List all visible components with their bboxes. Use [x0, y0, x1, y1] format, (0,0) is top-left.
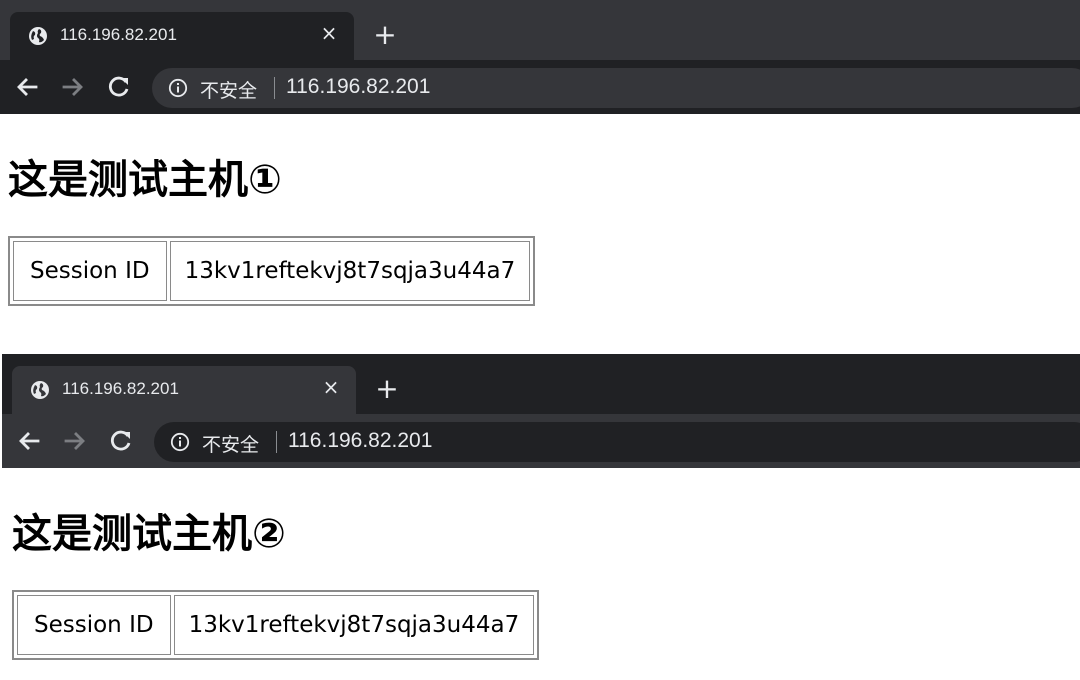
address-bar[interactable]: 不安全 116.196.82.201: [154, 422, 1080, 462]
session-id-label: Session ID: [13, 241, 167, 301]
tab-active[interactable]: 116.196.82.201 ×: [12, 366, 356, 414]
session-id-label: Session ID: [17, 595, 171, 655]
tab-title: 116.196.82.201: [60, 25, 177, 44]
tab-close-button[interactable]: ×: [318, 22, 340, 44]
page-content: 这是测试主机① Session ID 13kv1reftekvj8t7sqja3…: [8, 114, 1068, 340]
browser-chrome: 116.196.82.201 × + 不安全 116.196.82.201: [2, 354, 1080, 468]
session-table: Session ID 13kv1reftekvj8t7sqja3u44a7: [12, 590, 540, 660]
new-tab-button[interactable]: +: [374, 375, 400, 403]
tab-title: 116.196.82.201: [62, 379, 179, 398]
tab-close-button[interactable]: ×: [320, 376, 342, 398]
url-text[interactable]: 116.196.82.201: [286, 75, 430, 99]
table-row: Session ID 13kv1reftekvj8t7sqja3u44a7: [17, 595, 535, 655]
info-icon[interactable]: [168, 78, 188, 98]
globe-icon: [31, 381, 49, 399]
page-title: 这是测试主机②: [12, 511, 286, 557]
arrow-left-icon[interactable]: [14, 426, 44, 456]
session-id-value: 13kv1reftekvj8t7sqja3u44a7: [169, 241, 531, 301]
toolbar: 不安全 116.196.82.201: [2, 414, 1080, 468]
tab-strip: 116.196.82.201 × +: [0, 0, 1080, 60]
browser-screenshot-2: 116.196.82.201 × + 不安全 116.196.82.201 这是…: [0, 340, 1080, 680]
address-bar[interactable]: 不安全 116.196.82.201: [152, 68, 1080, 108]
browser-screenshot-1: 116.196.82.201 × + 不安全 116.196.82.201 这是…: [0, 0, 1080, 340]
address-separator: [274, 77, 275, 99]
session-table: Session ID 13kv1reftekvj8t7sqja3u44a7: [8, 236, 536, 306]
tab-active[interactable]: 116.196.82.201 ×: [10, 12, 354, 60]
reload-icon[interactable]: [106, 426, 136, 456]
arrow-right-icon[interactable]: [58, 72, 88, 102]
page-title: 这是测试主机①: [8, 157, 282, 203]
tab-strip: 116.196.82.201 × +: [2, 354, 1080, 414]
page-content: 这是测试主机② Session ID 13kv1reftekvj8t7sqja3…: [12, 468, 1072, 680]
security-status[interactable]: 不安全: [200, 76, 257, 103]
globe-icon: [29, 27, 47, 45]
arrow-right-icon[interactable]: [60, 426, 90, 456]
browser-chrome: 116.196.82.201 × + 不安全 116.196.82.201: [0, 0, 1080, 114]
toolbar: 不安全 116.196.82.201: [0, 60, 1080, 114]
address-separator: [276, 431, 277, 453]
new-tab-button[interactable]: +: [372, 21, 398, 49]
info-icon[interactable]: [170, 432, 190, 452]
security-status[interactable]: 不安全: [202, 430, 259, 457]
table-row: Session ID 13kv1reftekvj8t7sqja3u44a7: [13, 241, 531, 301]
arrow-left-icon[interactable]: [12, 72, 42, 102]
session-id-value: 13kv1reftekvj8t7sqja3u44a7: [173, 595, 535, 655]
url-text[interactable]: 116.196.82.201: [288, 429, 432, 453]
reload-icon[interactable]: [104, 72, 134, 102]
